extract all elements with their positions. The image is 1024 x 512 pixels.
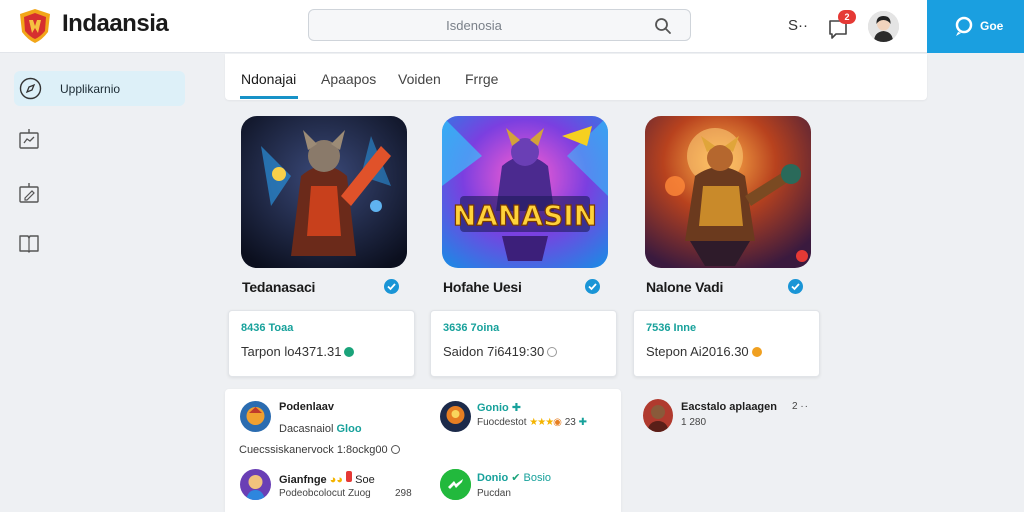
- compass-icon: [19, 77, 42, 100]
- feed-title[interactable]: Gonio ✚: [477, 401, 521, 414]
- live-badge: [346, 471, 353, 482]
- notification-count-badge: 2: [838, 10, 856, 24]
- search-input[interactable]: Isdenosia: [309, 18, 639, 33]
- sidebar: Upplikarnio: [0, 54, 200, 512]
- game-title[interactable]: Hofahe Uesi: [443, 279, 522, 295]
- game-title[interactable]: Tedanasaci: [242, 279, 315, 295]
- status-dot-icon: [344, 347, 355, 357]
- feed-time: 2 ··: [792, 401, 810, 412]
- plus-icon: ✚: [511, 402, 522, 414]
- game-stat-card[interactable]: 8436 Toaa Tarpon lo4371.31: [228, 310, 415, 377]
- feed-detail: Cuecssiskanervock 1:8ockg00: [239, 444, 400, 456]
- primary-action-button[interactable]: Goe: [927, 0, 1024, 53]
- status-dot-icon: [751, 347, 762, 357]
- chart-board-icon[interactable]: [18, 128, 40, 150]
- chat-bubble-icon: [955, 16, 973, 36]
- info-icon: [390, 445, 400, 454]
- game-stat-card[interactable]: 3636 7oina Saidon 7i6419:30: [430, 310, 617, 377]
- game-stat-bottom: Tarpon lo4371.31: [241, 344, 355, 359]
- verified-check-icon: [788, 279, 803, 294]
- feed-avatar[interactable]: [240, 401, 271, 432]
- tab-frrge[interactable]: Frrge: [465, 71, 498, 87]
- brand-name[interactable]: Indaansia: [62, 10, 169, 38]
- feed-title[interactable]: Donio ✔ Bosio: [477, 471, 551, 484]
- game-thumbnail[interactable]: NANASIN: [442, 116, 608, 268]
- search-bar[interactable]: Isdenosia: [308, 9, 691, 41]
- verified-check-icon: [585, 279, 600, 294]
- tab-voiden[interactable]: Voiden: [398, 71, 441, 87]
- activity-feed: Podenlaav Dacasnaiol Gloo Cuecssiskanerv…: [225, 389, 621, 512]
- feed-rating: Fuocdestot ★★★◉ 23 ✚: [477, 417, 587, 428]
- feed-title[interactable]: Podenlaav: [279, 401, 334, 413]
- top-header: Indaansia Isdenosia S·· 2 Goe: [0, 0, 1024, 53]
- check-icon: ✔: [511, 472, 521, 484]
- sidebar-item-active[interactable]: Upplikarnio: [14, 71, 185, 106]
- feed-detail: Podeobcolocut Zuog 298: [279, 488, 412, 499]
- edit-board-icon[interactable]: [18, 182, 40, 204]
- category-tabs: Ndonajai Apaapos Voiden Frrge: [225, 54, 927, 100]
- game-stat-top: 7536 Inne: [646, 322, 697, 334]
- feed-detail: Pucdan: [477, 488, 511, 499]
- feed-subtitle: 1 280: [681, 417, 707, 428]
- primary-action-label: Goe: [980, 19, 1004, 33]
- feed-title[interactable]: Eacstalo aplaagen: [681, 401, 777, 413]
- feed-subtitle: Dacasnaiol Gloo: [279, 423, 362, 435]
- brand-logo-icon[interactable]: [18, 8, 52, 44]
- game-thumbnail[interactable]: [645, 116, 811, 268]
- user-avatar[interactable]: [868, 11, 899, 42]
- game-stat-card[interactable]: 7536 Inne Stepon Ai2016.30: [633, 310, 820, 377]
- sidebar-item-label: Upplikarnio: [60, 82, 121, 96]
- active-tab-indicator: [240, 96, 298, 99]
- feed-avatar[interactable]: [643, 399, 673, 432]
- game-stat-bottom: Saidon 7i6419:30: [443, 344, 558, 359]
- game-title[interactable]: Nalone Vadi: [646, 279, 723, 295]
- tab-apaapos[interactable]: Apaapos: [321, 71, 376, 87]
- game-stat-bottom: Stepon Ai2016.30: [646, 344, 762, 359]
- feed-avatar[interactable]: [440, 469, 471, 500]
- game-stat-top: 8436 Toaa: [241, 322, 294, 334]
- game-thumbnail[interactable]: [241, 116, 407, 268]
- feed-avatar[interactable]: [240, 469, 271, 500]
- game-banner-text: NANASIN: [453, 199, 597, 232]
- emoji-icon: ◕◕: [329, 474, 344, 486]
- header-menu-text[interactable]: S··: [788, 17, 808, 34]
- feed-avatar[interactable]: [440, 401, 471, 432]
- verified-check-icon: [384, 279, 399, 294]
- status-dot-icon: [547, 347, 558, 357]
- book-icon[interactable]: [18, 232, 40, 254]
- plus-icon: ✚: [578, 417, 587, 428]
- game-stat-top: 3636 7oina: [443, 322, 500, 334]
- rating-stars-icon: ★★★: [529, 417, 554, 428]
- search-icon[interactable]: [654, 17, 672, 35]
- tab-ndonajai[interactable]: Ndonajai: [241, 71, 296, 87]
- feed-title[interactable]: Gianfnge ◕◕ Soe: [279, 471, 375, 486]
